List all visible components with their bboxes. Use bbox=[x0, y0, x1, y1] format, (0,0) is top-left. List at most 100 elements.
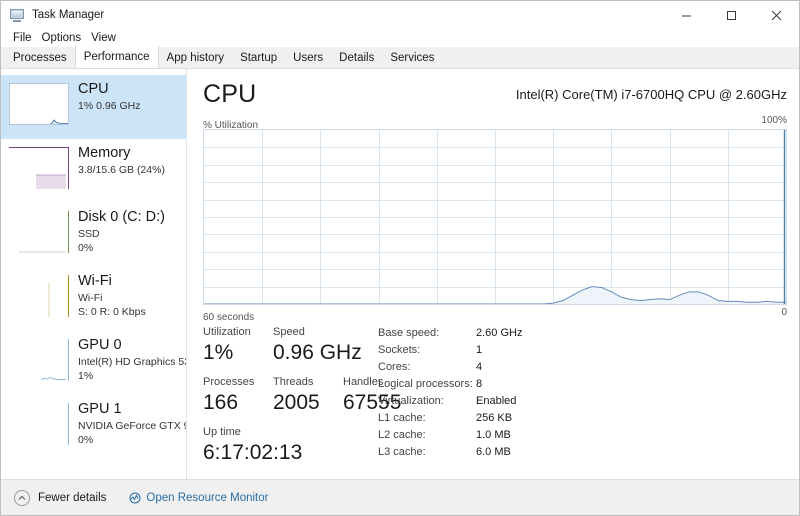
stat-threads-label: Threads bbox=[273, 376, 314, 388]
tab-details[interactable]: Details bbox=[331, 47, 382, 68]
sidebar-item-cpu[interactable]: CPU 1% 0.96 GHz bbox=[1, 75, 186, 139]
title-bar: Task Manager bbox=[1, 1, 799, 29]
stat-threads-value: 2005 bbox=[273, 391, 320, 414]
sidebar-wifi-sub1: Wi-Fi bbox=[78, 292, 103, 304]
sidebar-item-disk0[interactable]: Disk 0 (C: D:) SSD 0% bbox=[1, 203, 186, 267]
graph-axis-labels: % Utilization 100% bbox=[203, 115, 787, 131]
sidebar-gpu0-title: GPU 0 bbox=[78, 337, 122, 353]
graph-x-labels: 60 seconds 0 bbox=[203, 307, 787, 323]
wifi-mini-graph bbox=[9, 275, 69, 317]
sidebar-item-wifi[interactable]: Wi-Fi Wi-Fi S: 0 R: 0 Kbps bbox=[1, 267, 186, 331]
window-title: Task Manager bbox=[32, 9, 105, 21]
stat-speed-label: Speed bbox=[273, 326, 305, 338]
tab-services[interactable]: Services bbox=[382, 47, 442, 68]
sidebar-item-memory[interactable]: Memory 3.8/15.6 GB (24%) bbox=[1, 139, 186, 203]
detail-header: CPU Intel(R) Core(TM) i7-6700HQ CPU @ 2.… bbox=[203, 79, 787, 113]
tab-users[interactable]: Users bbox=[285, 47, 331, 68]
spec-key-cores: Cores: bbox=[378, 361, 411, 373]
sidebar-memory-title: Memory bbox=[78, 145, 131, 161]
stat-processes-label: Processes bbox=[203, 376, 255, 388]
spec-value-sockets: 1 bbox=[476, 344, 483, 356]
spec-value-base-speed: 2.60 GHz bbox=[476, 327, 523, 339]
stat-speed: Speed 0.96 GHz bbox=[273, 325, 383, 366]
sidebar-memory-sub1: 3.8/15.6 GB (24%) bbox=[78, 164, 165, 176]
stat-threads: Threads 2005 bbox=[273, 375, 343, 416]
sidebar-gpu0-sub2: 1% bbox=[78, 370, 94, 382]
graph-x-left-label: 60 seconds bbox=[203, 312, 255, 323]
open-resource-monitor-label: Open Resource Monitor bbox=[146, 491, 269, 504]
spec-key-sockets: Sockets: bbox=[378, 344, 421, 356]
spec-key-logical-processors: Logical processors: bbox=[378, 378, 473, 390]
graph-x-right-label: 0 bbox=[781, 307, 787, 318]
cpu-detail-pane: CPU Intel(R) Core(TM) i7-6700HQ CPU @ 2.… bbox=[188, 69, 799, 479]
tab-performance[interactable]: Performance bbox=[74, 46, 159, 68]
spec-key-l1-cache: L1 cache: bbox=[378, 412, 426, 424]
spec-row-l1-cache: L1 cache: 256 KB bbox=[378, 412, 608, 429]
cpu-labels: CPU 1% 0.96 GHz bbox=[78, 81, 140, 113]
gpu1-labels: GPU 1 NVIDIA GeForce GTX 960M 0% bbox=[78, 401, 186, 447]
gpu1-mini-graph bbox=[9, 403, 69, 445]
cpu-mini-graph bbox=[9, 83, 69, 125]
spec-row-sockets: Sockets: 1 bbox=[378, 344, 608, 361]
chevron-up-icon bbox=[14, 489, 30, 506]
spec-value-logical-processors: 8 bbox=[476, 378, 483, 390]
open-resource-monitor-link[interactable]: Open Resource Monitor bbox=[128, 491, 268, 504]
disk-mini-graph bbox=[9, 211, 69, 253]
tab-startup[interactable]: Startup bbox=[232, 47, 285, 68]
sidebar-cpu-sub1: 1% 0.96 GHz bbox=[78, 100, 141, 112]
tab-processes[interactable]: Processes bbox=[5, 47, 75, 68]
stat-uptime-label: Up time bbox=[203, 426, 241, 438]
sidebar-disk-sub2: 0% bbox=[78, 242, 94, 254]
stat-utilization-value: 1% bbox=[203, 341, 234, 364]
spec-row-base-speed: Base speed: 2.60 GHz bbox=[378, 327, 608, 344]
stat-utilization-label: Utilization bbox=[203, 326, 251, 338]
tab-app-history[interactable]: App history bbox=[159, 47, 233, 68]
resource-sidebar: CPU 1% 0.96 GHz Memory 3.8/15.6 GB (24%) bbox=[1, 69, 187, 479]
sidebar-disk-sub1: SSD bbox=[78, 228, 100, 240]
spec-row-logical-processors: Logical processors: 8 bbox=[378, 378, 608, 395]
task-manager-window: Task Manager File Options View Processes… bbox=[0, 0, 800, 516]
sidebar-disk-title: Disk 0 (C: D:) bbox=[78, 209, 165, 225]
menu-item-view[interactable]: View bbox=[86, 31, 121, 45]
sidebar-gpu1-title: GPU 1 bbox=[78, 401, 122, 417]
cpu-model-name: Intel(R) Core(TM) i7-6700HQ CPU @ 2.60GH… bbox=[515, 87, 787, 102]
menu-item-file[interactable]: File bbox=[8, 31, 37, 45]
menu-bar: File Options View bbox=[1, 29, 799, 47]
spec-value-cores: 4 bbox=[476, 361, 483, 373]
stat-processes-value: 166 bbox=[203, 391, 239, 414]
sidebar-cpu-title: CPU bbox=[78, 81, 109, 97]
stat-speed-value: 0.96 GHz bbox=[273, 341, 362, 364]
spec-row-l2-cache: L2 cache: 1.0 MB bbox=[378, 429, 608, 446]
stat-uptime-value: 6:17:02:13 bbox=[203, 441, 303, 464]
memory-labels: Memory 3.8/15.6 GB (24%) bbox=[78, 145, 165, 177]
fewer-details-button[interactable]: Fewer details bbox=[14, 489, 107, 506]
cpu-spec-table: Base speed: 2.60 GHz Sockets: 1 Cores: 4… bbox=[378, 327, 608, 463]
spec-row-virtualization: Virtualization: Enabled bbox=[378, 395, 608, 412]
sidebar-gpu1-sub1: NVIDIA GeForce GTX 960M bbox=[78, 420, 186, 432]
performance-pane: CPU 1% 0.96 GHz Memory 3.8/15.6 GB (24%) bbox=[1, 69, 799, 479]
cpu-utilization-graph[interactable] bbox=[203, 129, 787, 305]
gpu0-labels: GPU 0 Intel(R) HD Graphics 530 1% bbox=[78, 337, 186, 383]
tab-bar: Processes Performance App history Startu… bbox=[1, 46, 799, 69]
spec-value-l1-cache: 256 KB bbox=[476, 412, 513, 424]
status-bar: Fewer details Open Resource Monitor bbox=[1, 479, 799, 515]
stat-processes: Processes 166 bbox=[203, 375, 273, 416]
spec-key-virtualization: Virtualization: bbox=[378, 395, 444, 407]
sidebar-wifi-title: Wi-Fi bbox=[78, 273, 112, 289]
close-button[interactable] bbox=[754, 1, 799, 29]
graph-y-max-label: 100% bbox=[761, 115, 787, 126]
gpu0-mini-graph bbox=[9, 339, 69, 381]
spec-key-l2-cache: L2 cache: bbox=[378, 429, 426, 441]
menu-item-options[interactable]: Options bbox=[37, 31, 87, 45]
maximize-button[interactable] bbox=[709, 1, 754, 29]
disk-labels: Disk 0 (C: D:) SSD 0% bbox=[78, 209, 165, 255]
resource-monitor-icon bbox=[128, 491, 141, 504]
fewer-details-label: Fewer details bbox=[38, 491, 107, 504]
spec-key-base-speed: Base speed: bbox=[378, 327, 440, 339]
sidebar-item-gpu0[interactable]: GPU 0 Intel(R) HD Graphics 530 1% bbox=[1, 331, 186, 395]
spec-row-l3-cache: L3 cache: 6.0 MB bbox=[378, 446, 608, 463]
sidebar-item-gpu1[interactable]: GPU 1 NVIDIA GeForce GTX 960M 0% bbox=[1, 395, 186, 459]
minimize-button[interactable] bbox=[664, 1, 709, 29]
spec-row-cores: Cores: 4 bbox=[378, 361, 608, 378]
sidebar-gpu0-sub1: Intel(R) HD Graphics 530 bbox=[78, 356, 186, 368]
